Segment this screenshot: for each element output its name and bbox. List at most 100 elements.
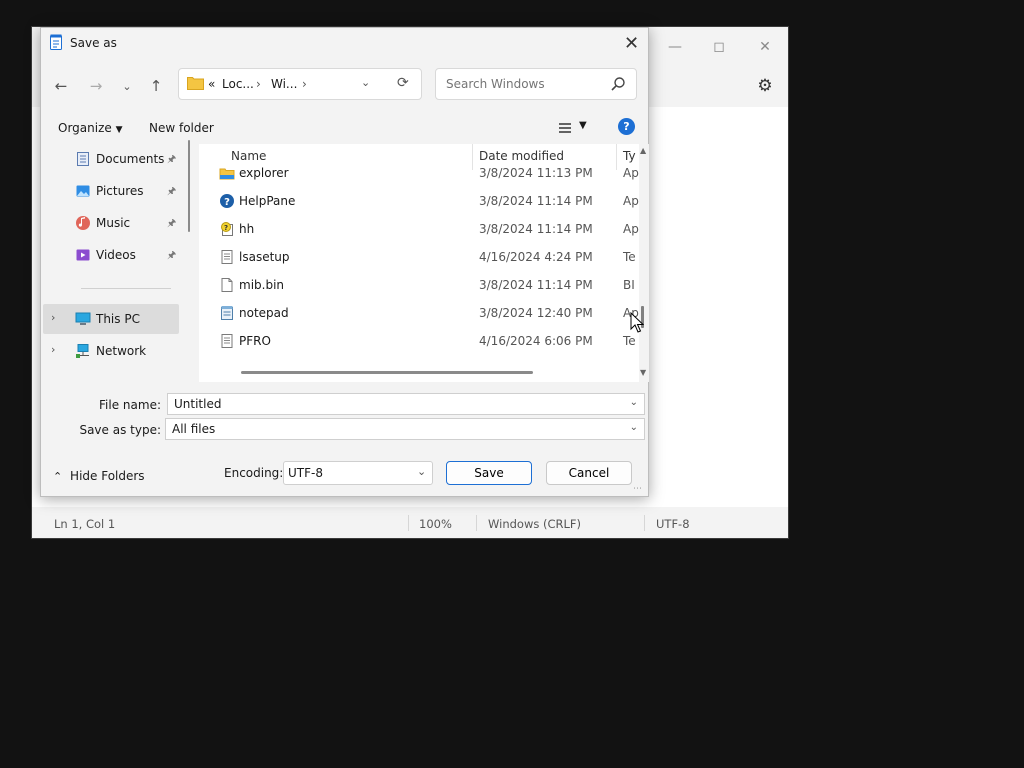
text-file-icon [221, 250, 233, 264]
network-icon [76, 344, 89, 358]
file-date: 3/8/2024 12:40 PM [479, 306, 593, 320]
maximize-icon[interactable]: ◻ [696, 27, 742, 67]
chevron-right-icon[interactable]: › [51, 343, 55, 356]
chevron-down-icon[interactable]: ⌄ [630, 422, 638, 433]
chevron-right-icon[interactable]: › [51, 311, 55, 324]
nav-item-network[interactable]: › Network [43, 336, 179, 366]
help-pane-icon: ? [220, 194, 234, 208]
file-row[interactable]: lsasetup 4/16/2024 4:24 PM Te [199, 244, 639, 272]
svg-text:?: ? [224, 224, 228, 232]
mouse-cursor-icon [630, 312, 644, 333]
file-date: 3/8/2024 11:14 PM [479, 278, 593, 292]
sort-up-icon: ⌃ [345, 144, 354, 151]
file-row[interactable]: mib.bin 3/8/2024 11:14 PM BI [199, 272, 639, 300]
pictures-icon [76, 185, 90, 197]
file-list-scrollbar[interactable]: ▲ ▼ [639, 144, 649, 382]
chevron-right-icon[interactable]: › [256, 77, 261, 91]
music-icon [76, 216, 90, 230]
scroll-up-icon[interactable]: ▲ [640, 146, 646, 155]
save-as-type-select[interactable]: All files ⌄ [165, 418, 645, 440]
search-box[interactable] [435, 68, 637, 100]
file-name-field[interactable]: Untitled ⌄ [167, 393, 645, 415]
gear-icon[interactable]: ⚙ [750, 71, 780, 101]
organize-button[interactable]: Organize ▼ [58, 121, 123, 135]
nav-label: Videos [96, 248, 136, 262]
save-button[interactable]: Save [446, 461, 532, 485]
this-pc-icon [75, 312, 91, 325]
minimize-icon[interactable]: — [652, 27, 698, 67]
search-input[interactable] [444, 76, 608, 92]
svg-text:?: ? [224, 197, 230, 208]
dialog-titlebar[interactable] [41, 28, 648, 58]
pin-icon: 🖈 [167, 218, 177, 229]
dialog-title: Save as [70, 36, 117, 50]
zoom-level[interactable]: 100% [419, 517, 452, 531]
cursor-position: Ln 1, Col 1 [54, 517, 116, 531]
nav-item-this-pc[interactable]: › This PC [43, 304, 179, 334]
caret-down-icon[interactable]: ▼ [579, 120, 587, 131]
chevron-down-icon[interactable]: ⌄ [417, 465, 426, 478]
file-name-value[interactable]: Untitled [174, 397, 221, 411]
breadcrumb-overflow[interactable]: « [208, 77, 215, 91]
close-icon[interactable]: ✕ [742, 27, 788, 67]
file-list[interactable]: ⌃ Name Date modified Ty explorer 3/8/202… [199, 144, 639, 382]
save-as-type-label: Save as type: [79, 423, 161, 437]
view-list-icon[interactable] [557, 120, 573, 136]
caret-down-icon: ▼ [115, 125, 123, 135]
breadcrumb-item[interactable]: Loc... [222, 77, 254, 91]
line-ending[interactable]: Windows (CRLF) [488, 517, 581, 531]
nav-scrollbar[interactable] [188, 140, 190, 232]
file-date: 4/16/2024 6:06 PM [479, 334, 593, 348]
cancel-button[interactable]: Cancel [546, 461, 632, 485]
pin-icon: 🖈 [167, 154, 177, 165]
command-bar: Organize ▼ New folder ▼ ? [41, 114, 648, 142]
help-icon[interactable]: ? [618, 118, 635, 135]
scroll-down-icon[interactable]: ▼ [640, 368, 646, 377]
chevron-down-icon[interactable]: ⌄ [115, 74, 139, 98]
chevron-right-icon[interactable]: › [302, 77, 307, 91]
file-name: notepad [239, 306, 289, 320]
file-date: 3/8/2024 11:14 PM [479, 222, 593, 236]
videos-icon [76, 249, 90, 261]
up-arrow-icon[interactable]: ↑ [144, 74, 168, 98]
close-icon[interactable]: ✕ [615, 28, 648, 58]
file-icon [221, 278, 233, 292]
nav-item-music[interactable]: Music 🖈 [43, 208, 179, 238]
explorer-icon [219, 168, 235, 180]
nav-item-videos[interactable]: Videos 🖈 [43, 240, 179, 270]
encoding-select[interactable]: UTF-8 ⌄ [283, 461, 433, 485]
encoding-label: Encoding: [224, 466, 284, 480]
chevron-down-icon[interactable]: ⌄ [630, 397, 638, 408]
breadcrumb-item[interactable]: Wi... [271, 77, 297, 91]
encoding-value: UTF-8 [288, 466, 323, 480]
organize-label: Organize [58, 121, 112, 135]
horizontal-scrollbar-thumb[interactable] [241, 371, 533, 374]
file-name: mib.bin [239, 278, 285, 292]
nav-label: Network [96, 344, 147, 358]
file-date: 3/8/2024 11:13 PM [479, 166, 593, 180]
notepad-icon [221, 306, 233, 320]
refresh-icon[interactable]: ⟳ [397, 75, 409, 91]
search-icon[interactable] [610, 76, 626, 92]
file-row[interactable]: explorer 3/8/2024 11:13 PM Ap [199, 160, 639, 188]
file-row[interactable]: notepad 3/8/2024 12:40 PM Ap [199, 300, 639, 328]
new-folder-button[interactable]: New folder [149, 121, 214, 135]
chevron-down-icon[interactable]: ⌄ [361, 76, 370, 89]
hide-folders-button[interactable]: ⌃ Hide Folders [53, 469, 145, 483]
file-date: 4/16/2024 4:24 PM [479, 250, 593, 264]
resize-grip-icon[interactable]: ⋯ [633, 484, 642, 494]
forward-arrow-icon[interactable]: → [84, 74, 108, 98]
address-bar[interactable]: « Loc... › Wi... › ⌄ ⟳ [178, 68, 422, 100]
nav-item-pictures[interactable]: Pictures 🖈 [43, 176, 179, 206]
file-type: Ap [623, 166, 639, 180]
nav-label: Music [96, 216, 131, 230]
nav-divider [81, 288, 171, 289]
file-name: explorer [239, 166, 289, 180]
status-encoding[interactable]: UTF-8 [656, 517, 690, 531]
file-row[interactable]: ? hh 3/8/2024 11:14 PM Ap [199, 216, 639, 244]
nav-item-documents[interactable]: Documents 🖈 [43, 144, 179, 174]
file-name: hh [239, 222, 255, 236]
back-arrow-icon[interactable]: ← [49, 74, 73, 98]
file-row[interactable]: ? HelpPane 3/8/2024 11:14 PM Ap [199, 188, 639, 216]
file-row[interactable]: PFRO 4/16/2024 6:06 PM Te [199, 328, 639, 356]
